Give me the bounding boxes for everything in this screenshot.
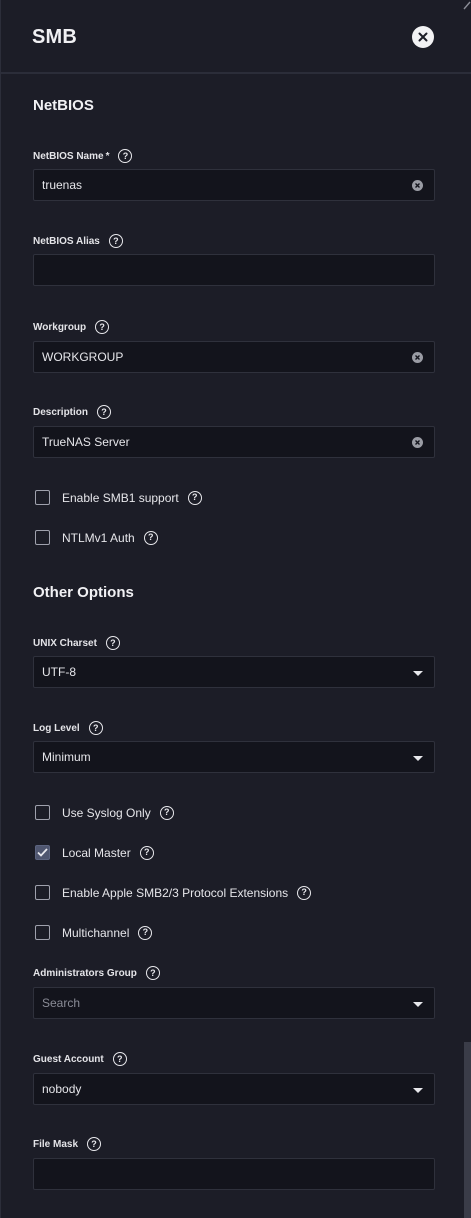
smb-settings-panel: SMB NetBIOS NetBIOS Name * ? truenas Net… bbox=[0, 0, 471, 1218]
admin-group-select[interactable]: Search bbox=[33, 987, 435, 1019]
file-mask-input[interactable] bbox=[33, 1158, 435, 1190]
section-title-netbios: NetBIOS bbox=[33, 97, 94, 114]
smb1-checkbox-row[interactable]: Enable SMB1 support ? bbox=[35, 490, 202, 505]
help-icon[interactable]: ? bbox=[138, 925, 153, 940]
netbios-alias-label-text: NetBIOS Alias bbox=[33, 235, 100, 247]
help-icon[interactable]: ? bbox=[87, 1137, 102, 1151]
guest-account-label: Guest Account ? bbox=[33, 1052, 127, 1066]
help-icon[interactable]: ? bbox=[112, 1052, 127, 1066]
description-value: TrueNAS Server bbox=[42, 435, 130, 449]
multichannel-label: Multichannel bbox=[62, 925, 130, 940]
help-icon[interactable]: ? bbox=[88, 721, 103, 735]
clear-icon[interactable] bbox=[412, 180, 423, 191]
panel-title: SMB bbox=[32, 26, 78, 48]
workgroup-label: Workgroup ? bbox=[33, 320, 110, 334]
netbios-name-value: truenas bbox=[42, 178, 83, 192]
help-icon[interactable]: ? bbox=[95, 320, 110, 334]
panel-header: SMB bbox=[1, 0, 471, 74]
chevron-down-icon bbox=[413, 1002, 423, 1007]
apple-extensions-label: Enable Apple SMB2/3 Protocol Extensions bbox=[62, 885, 289, 900]
syslog-label: Use Syslog Only bbox=[62, 805, 151, 820]
ntlmv1-checkbox[interactable] bbox=[35, 530, 50, 545]
smb1-checkbox[interactable] bbox=[35, 490, 50, 505]
guest-account-label-text: Guest Account bbox=[33, 1053, 104, 1065]
admin-group-label: Administrators Group ? bbox=[33, 966, 160, 980]
description-input[interactable]: TrueNAS Server bbox=[33, 426, 435, 458]
file-mask-label-text: File Mask bbox=[33, 1138, 79, 1150]
help-icon[interactable]: ? bbox=[108, 234, 123, 248]
resize-corner-icon bbox=[463, 1, 471, 10]
local-master-checkbox[interactable] bbox=[35, 845, 50, 860]
help-icon[interactable]: ? bbox=[139, 845, 154, 860]
netbios-alias-input[interactable] bbox=[33, 254, 435, 286]
workgroup-value: WORKGROUP bbox=[42, 350, 124, 364]
netbios-name-input[interactable]: truenas bbox=[33, 169, 435, 201]
help-icon[interactable]: ? bbox=[118, 149, 133, 163]
close-button[interactable] bbox=[412, 26, 434, 48]
help-icon[interactable]: ? bbox=[105, 636, 120, 650]
help-icon[interactable]: ? bbox=[143, 530, 158, 545]
local-master-checkbox-row[interactable]: Local Master ? bbox=[35, 845, 154, 860]
guest-account-select[interactable]: nobody bbox=[33, 1073, 435, 1105]
multichannel-checkbox[interactable] bbox=[35, 925, 50, 940]
clear-icon[interactable] bbox=[412, 352, 423, 363]
description-label-text: Description bbox=[33, 406, 89, 418]
chevron-down-icon bbox=[413, 671, 423, 676]
help-icon[interactable]: ? bbox=[97, 405, 112, 419]
clear-icon[interactable] bbox=[412, 437, 423, 448]
file-mask-label: File Mask ? bbox=[33, 1137, 102, 1151]
unix-charset-value: UTF-8 bbox=[42, 665, 76, 679]
ntlmv1-label: NTLMv1 Auth bbox=[62, 530, 135, 545]
multichannel-checkbox-row[interactable]: Multichannel ? bbox=[35, 925, 153, 940]
syslog-checkbox[interactable] bbox=[35, 805, 50, 820]
admin-group-placeholder: Search bbox=[42, 996, 81, 1010]
netbios-alias-label: NetBIOS Alias ? bbox=[33, 234, 123, 248]
admin-group-label-text: Administrators Group bbox=[33, 967, 137, 979]
help-icon[interactable]: ? bbox=[187, 490, 202, 505]
log-level-select[interactable]: Minimum bbox=[33, 741, 435, 773]
guest-account-value: nobody bbox=[42, 1082, 82, 1096]
chevron-down-icon bbox=[413, 756, 423, 761]
help-icon[interactable]: ? bbox=[159, 805, 174, 820]
workgroup-input[interactable]: WORKGROUP bbox=[33, 341, 435, 373]
unix-charset-select[interactable]: UTF-8 bbox=[33, 656, 435, 688]
apple-extensions-checkbox[interactable] bbox=[35, 885, 50, 900]
log-level-value: Minimum bbox=[42, 750, 91, 764]
help-icon[interactable]: ? bbox=[297, 885, 312, 900]
netbios-name-label-text: NetBIOS Name bbox=[33, 150, 104, 162]
description-label: Description ? bbox=[33, 405, 112, 419]
ntlmv1-checkbox-row[interactable]: NTLMv1 Auth ? bbox=[35, 530, 158, 545]
workgroup-label-text: Workgroup bbox=[33, 321, 87, 333]
section-title-other-options: Other Options bbox=[33, 584, 134, 601]
chevron-down-icon bbox=[413, 1088, 423, 1093]
apple-extensions-checkbox-row[interactable]: Enable Apple SMB2/3 Protocol Extensions … bbox=[35, 885, 312, 900]
required-mark: * bbox=[105, 150, 110, 162]
smb1-label: Enable SMB1 support bbox=[62, 490, 179, 505]
local-master-label: Local Master bbox=[62, 845, 131, 860]
check-icon bbox=[37, 848, 48, 857]
log-level-label-text: Log Level bbox=[33, 722, 80, 734]
log-level-label: Log Level ? bbox=[33, 721, 103, 735]
scrollbar-thumb[interactable] bbox=[464, 1042, 471, 1218]
help-icon[interactable]: ? bbox=[145, 966, 160, 980]
unix-charset-label: UNIX Charset ? bbox=[33, 636, 120, 650]
unix-charset-label-text: UNIX Charset bbox=[33, 637, 97, 649]
syslog-checkbox-row[interactable]: Use Syslog Only ? bbox=[35, 805, 174, 820]
close-icon bbox=[418, 32, 428, 42]
netbios-name-label: NetBIOS Name * ? bbox=[33, 149, 133, 163]
